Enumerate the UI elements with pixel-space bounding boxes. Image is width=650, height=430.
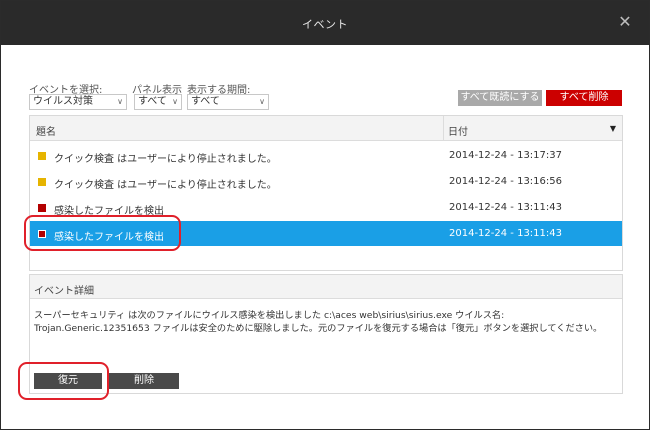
panel-filter: パネル表示 すべて ∨	[132, 81, 188, 110]
column-header-date[interactable]: 日付	[448, 123, 468, 138]
details-header: イベント詳細	[30, 275, 622, 299]
details-heading: イベント詳細	[34, 286, 94, 297]
chevron-down-icon: ∨	[117, 97, 123, 106]
severity-icon	[38, 152, 46, 160]
severity-icon	[38, 230, 46, 238]
panel-select[interactable]: すべて ∨	[134, 94, 182, 110]
window-title: イベント	[302, 18, 348, 31]
event-type-filter: イベントを選択: ウイルス対策 ∨	[29, 81, 129, 110]
event-type-select[interactable]: ウイルス対策 ∨	[29, 94, 127, 110]
row-title: 感染したファイルを検出	[54, 232, 164, 243]
table-row[interactable]: クイック検査 はユーザーにより停止されました。 2014-12-24 - 13:1…	[30, 169, 622, 194]
row-date: 2014-12-24 - 13:11:43	[449, 228, 562, 239]
row-title: クイック検査 はユーザーにより停止されました。	[54, 154, 277, 165]
table-row[interactable]: 感染したファイルを検出 2014-12-24 - 13:11:43	[30, 221, 622, 246]
event-dialog: イベント ✕ イベントを選択: ウイルス対策 ∨ パネル表示 すべて ∨ 表示す…	[0, 0, 650, 430]
row-date: 2014-12-24 - 13:16:56	[449, 176, 562, 187]
row-title: クイック検査 はユーザーにより停止されました。	[54, 180, 277, 191]
event-type-value: ウイルス対策	[33, 96, 93, 107]
close-icon[interactable]: ✕	[615, 12, 635, 32]
delete-button[interactable]: 削除	[109, 373, 179, 389]
table-row[interactable]: クイック検査 はユーザーにより停止されました。 2014-12-24 - 13:1…	[30, 143, 622, 168]
sort-down-icon[interactable]: ▼	[610, 124, 616, 133]
column-divider	[443, 116, 444, 141]
period-filter: 表示する期間: すべて ∨	[187, 81, 277, 110]
panel-value: すべて	[138, 96, 167, 107]
delete-all-button[interactable]: すべて削除	[546, 90, 622, 106]
period-select[interactable]: すべて ∨	[187, 94, 269, 110]
title-bar: イベント ✕	[1, 1, 649, 45]
chevron-down-icon: ∨	[259, 97, 265, 106]
event-table: 題名 日付 ▼ クイック検査 はユーザーにより停止されました。 2014-12-2…	[29, 115, 623, 271]
restore-button[interactable]: 復元	[34, 373, 102, 389]
chevron-down-icon: ∨	[172, 97, 178, 106]
period-value: すべて	[191, 96, 220, 107]
table-header: 題名 日付 ▼	[30, 116, 622, 141]
severity-icon	[38, 178, 46, 186]
row-title: 感染したファイルを検出	[54, 206, 164, 217]
mark-all-read-button[interactable]: すべて既読にする	[458, 90, 542, 106]
details-text: スーパーセキュリティ は次のファイルにウイルス感染を検出しました c:\aces…	[34, 310, 603, 334]
row-date: 2014-12-24 - 13:17:37	[449, 150, 562, 161]
severity-icon	[38, 204, 46, 212]
table-row[interactable]: 感染したファイルを検出 2014-12-24 - 13:11:43	[30, 195, 622, 220]
row-date: 2014-12-24 - 13:11:43	[449, 202, 562, 213]
column-header-title[interactable]: 題名	[36, 123, 56, 138]
